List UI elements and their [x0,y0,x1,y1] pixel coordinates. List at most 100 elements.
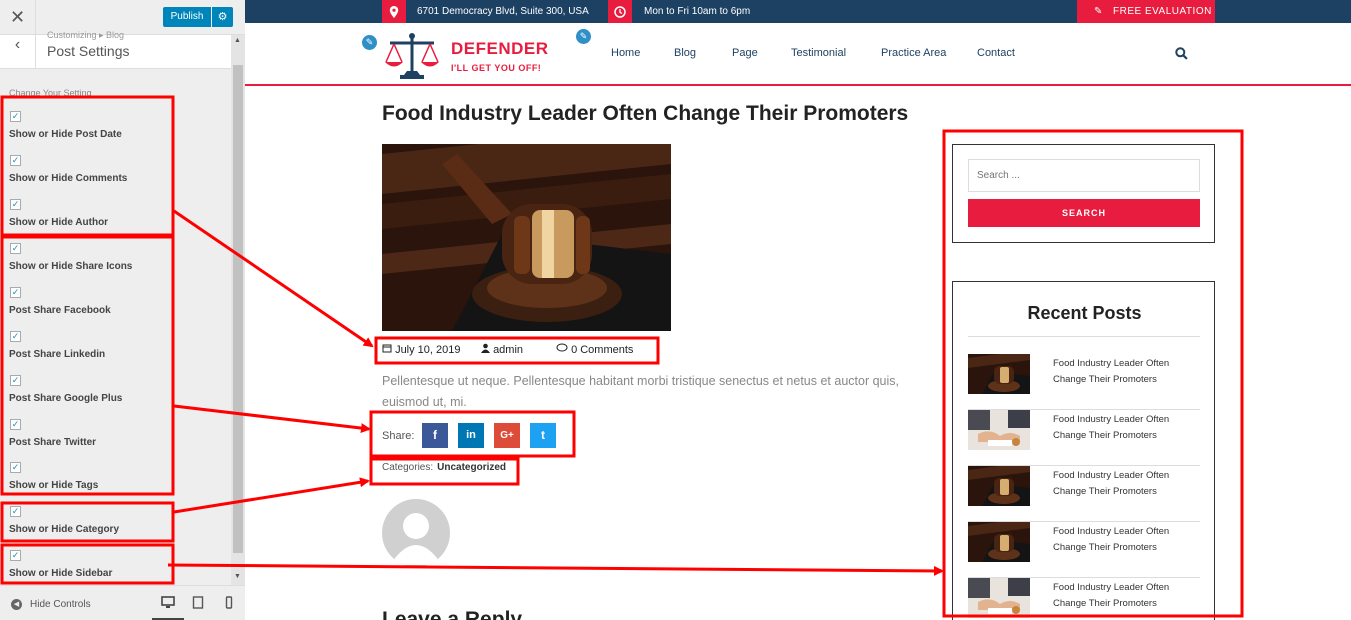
nav-contact[interactable]: Contact [977,47,1015,59]
option-author[interactable]: ✓ Show or Hide Author [9,199,174,243]
category-link[interactable]: Uncategorized [437,462,506,473]
option-label: Show or Hide Sidebar [9,568,113,579]
breadcrumb: Customizing ▸ Blog [47,30,125,40]
option-label: Post Share Linkedin [9,349,106,360]
post-featured-image[interactable] [382,144,671,331]
site-header: ✎ DEFENDER I'LL GET YOU OFF! ✎ Home Blog… [245,23,1351,86]
handshake-thumbnail[interactable] [968,578,1030,618]
gavel-thumbnail[interactable] [968,354,1030,394]
checkbox[interactable]: ✓ [10,375,21,386]
change-setting-label: Change Your Setting [9,88,92,98]
recent-post-item[interactable]: Food Industry Leader Often Change Their … [968,466,1200,522]
post-comments-text: 0 Comments [571,344,634,356]
post-comments[interactable]: 0 Comments [556,343,633,356]
search-icon[interactable] [1175,47,1189,61]
top-info-bar: 6701 Democracy Blvd, Suite 300, USA Mon … [245,0,1351,23]
back-arrow-icon[interactable]: ‹ [0,35,36,69]
recent-post-title[interactable]: Food Industry Leader Often Change Their … [1053,580,1193,612]
checkbox[interactable]: ✓ [10,155,21,166]
recent-posts-widget: Recent Posts Food Industry Leader Often … [952,281,1215,620]
recent-post-title[interactable]: Food Industry Leader Often Change Their … [1053,356,1193,388]
nav-blog[interactable]: Blog [674,47,696,59]
tablet-preview-icon[interactable] [191,596,205,610]
gavel-thumbnail[interactable] [968,466,1030,506]
option-label: Show or Hide Share Icons [9,261,133,272]
user-icon [481,343,490,353]
google-plus-share-button[interactable]: G+ [494,423,520,448]
checkbox[interactable]: ✓ [10,419,21,430]
scales-of-justice-logo[interactable] [382,31,442,83]
checkbox[interactable]: ✓ [10,243,21,254]
mobile-preview-icon[interactable] [222,596,236,610]
nav-practice-area[interactable]: Practice Area [881,47,946,59]
option-label: Post Share Google Plus [9,393,123,404]
option-share-icons[interactable]: ✓ Show or Hide Share Icons [9,243,174,287]
post-excerpt: Pellentesque ut neque. Pellentesque habi… [382,374,899,409]
recent-post-item[interactable]: Food Industry Leader Often Change Their … [968,522,1200,578]
linkedin-share-button[interactable]: in [458,423,484,448]
recent-post-item[interactable]: Food Industry Leader Often Change Their … [968,354,1200,410]
twitter-share-button[interactable]: t [530,423,556,448]
edit-pencil-icon[interactable]: ✎ [360,33,379,52]
option-label: Post Share Twitter [9,437,97,448]
post-date-text: July 10, 2019 [395,344,461,356]
nav-testimonial[interactable]: Testimonial [791,47,846,59]
option-label: Show or Hide Tags [9,480,99,491]
post-author[interactable]: admin [481,343,523,356]
scrollbar-thumb[interactable] [233,65,243,553]
address-text: 6701 Democracy Blvd, Suite 300, USA [417,6,589,17]
checkbox[interactable]: ✓ [10,287,21,298]
option-post-date[interactable]: ✓ Show or Hide Post Date [9,111,174,155]
brand-tagline: I'LL GET YOU OFF! [451,63,542,73]
option-share-twitter[interactable]: ✓ Post Share Twitter [9,419,174,463]
nav-page[interactable]: Page [732,47,758,59]
option-comments[interactable]: ✓ Show or Hide Comments [9,155,174,199]
brand-name[interactable]: DEFENDER [451,39,549,59]
categories-label: Categories: [382,462,434,473]
recent-post-title[interactable]: Food Industry Leader Often Change Their … [1053,412,1193,444]
post-date[interactable]: July 10, 2019 [382,343,461,356]
option-share-linkedin[interactable]: ✓ Post Share Linkedin [9,331,174,375]
checkbox[interactable]: ✓ [10,111,21,122]
checkbox[interactable]: ✓ [10,199,21,210]
post-title[interactable]: Food Industry Leader Often Change Their … [382,102,908,126]
gear-icon[interactable]: ⚙ [212,7,233,27]
option-label: Show or Hide Category [9,524,120,535]
option-share-facebook[interactable]: ✓ Post Share Facebook [9,287,174,331]
handshake-thumbnail[interactable] [968,410,1030,450]
collapse-icon[interactable]: ◀ [11,599,22,610]
hours-text: Mon to Fri 10am to 6pm [644,6,751,17]
option-label: Post Share Facebook [9,305,111,316]
checkbox[interactable]: ✓ [10,506,21,517]
recent-post-title[interactable]: Food Industry Leader Often Change Their … [1053,524,1193,556]
nav-home[interactable]: Home [611,47,640,59]
divider [968,336,1200,337]
desktop-preview-icon[interactable] [161,596,175,610]
edit-pencil-icon[interactable]: ✎ [574,27,593,46]
recent-post-item[interactable]: Food Industry Leader Often Change Their … [968,578,1200,620]
option-category[interactable]: ✓ Show or Hide Category [9,506,174,550]
calendar-icon [382,344,392,353]
post-meta: July 10, 2019 admin 0 Comments [382,343,662,359]
checkbox[interactable]: ✓ [10,550,21,561]
checkbox[interactable]: ✓ [10,331,21,342]
hide-controls-button[interactable]: Hide Controls [30,599,91,610]
checkbox[interactable]: ✓ [10,462,21,473]
scroll-up-icon[interactable]: ▲ [234,37,241,44]
search-button[interactable]: SEARCH [968,199,1200,227]
option-tags[interactable]: ✓ Show or Hide Tags [9,462,174,506]
option-label: Show or Hide Post Date [9,129,122,140]
gavel-thumbnail[interactable] [968,522,1030,562]
customizer-footer: ◀ Hide Controls [0,585,245,620]
search-input[interactable] [968,159,1200,192]
sidebar-scrollbar[interactable]: ▲ ▼ [231,35,245,585]
recent-posts-title: Recent Posts [1027,303,1142,323]
facebook-share-button[interactable]: f [422,423,448,448]
recent-post-item[interactable]: Food Industry Leader Often Change Their … [968,410,1200,466]
option-share-google-plus[interactable]: ✓ Post Share Google Plus [9,375,174,419]
scroll-down-icon[interactable]: ▼ [234,573,241,580]
free-evaluation-button[interactable]: ✎ FREE EVALUATION [1077,0,1215,23]
recent-post-title[interactable]: Food Industry Leader Often Change Their … [1053,468,1193,500]
close-icon[interactable]: ✕ [0,0,36,35]
publish-button[interactable]: Publish [163,7,211,27]
